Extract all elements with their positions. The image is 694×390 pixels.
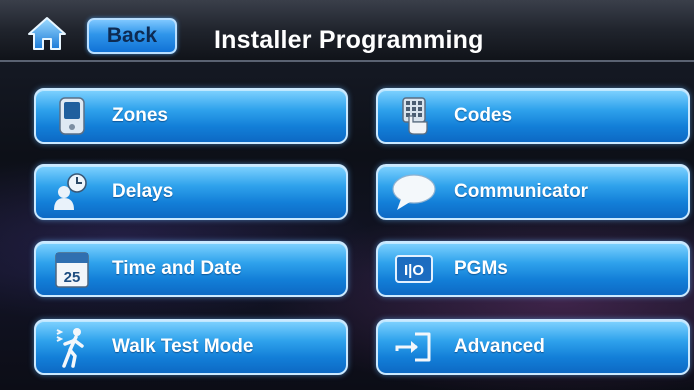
calendar-icon: 25 xyxy=(46,247,98,291)
zones-label: Zones xyxy=(112,105,168,126)
home-button[interactable] xyxy=(24,14,70,52)
calendar-day-text: 25 xyxy=(64,269,81,286)
speech-bubble-icon xyxy=(388,170,440,214)
zones-button[interactable]: Zones xyxy=(34,88,348,144)
keypad-device-icon xyxy=(46,94,98,138)
back-button-label: Back xyxy=(106,24,158,47)
time-and-date-button[interactable]: 25 Time and Date xyxy=(34,241,348,297)
walk-test-mode-label: Walk Test Mode xyxy=(112,336,254,357)
person-clock-icon xyxy=(46,170,98,214)
io-icon-text: I|O xyxy=(404,262,424,279)
time-and-date-label: Time and Date xyxy=(112,258,242,279)
advanced-label: Advanced xyxy=(454,336,545,357)
pgms-button[interactable]: I|O PGMs xyxy=(376,241,690,297)
communicator-button[interactable]: Communicator xyxy=(376,164,690,220)
home-icon xyxy=(28,17,66,50)
walk-test-mode-button[interactable]: Walk Test Mode xyxy=(34,319,348,375)
hand-keypad-icon xyxy=(388,94,440,138)
delays-button[interactable]: Delays xyxy=(34,164,348,220)
communicator-label: Communicator xyxy=(454,181,589,202)
top-bar: Back Installer Programming xyxy=(0,0,694,62)
back-button[interactable]: Back xyxy=(87,18,177,54)
pgms-label: PGMs xyxy=(454,258,508,279)
io-icon: I|O xyxy=(388,247,440,291)
codes-label: Codes xyxy=(454,105,513,126)
delays-label: Delays xyxy=(112,181,174,202)
walking-person-icon xyxy=(46,325,98,369)
touchscreen: Back Installer Programming Zones Codes D… xyxy=(0,0,694,390)
enter-arrow-icon xyxy=(388,325,440,369)
page-title: Installer Programming xyxy=(214,26,484,54)
codes-button[interactable]: Codes xyxy=(376,88,690,144)
advanced-button[interactable]: Advanced xyxy=(376,319,690,375)
